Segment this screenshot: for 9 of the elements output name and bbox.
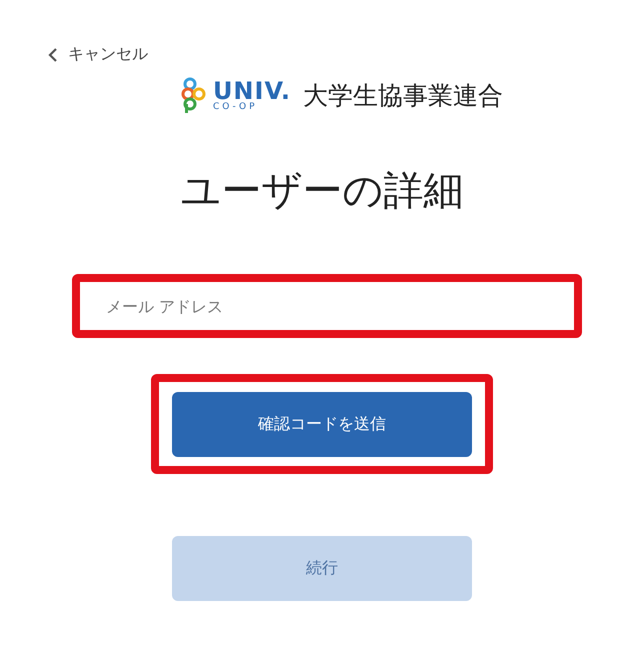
logo-rings-icon	[180, 77, 207, 113]
cancel-link[interactable]: キャンセル	[48, 44, 148, 65]
logo-wordmark: UNIV.	[212, 78, 292, 102]
logo-subtitle: CO-OP	[212, 102, 259, 112]
page-title: ユーザーの詳細	[180, 167, 464, 216]
send-code-button[interactable]: 確認コードを送信	[172, 392, 472, 457]
organization-name: 大学生協事業連合	[303, 80, 504, 112]
email-field[interactable]: メール アドレス	[72, 274, 582, 338]
chevron-left-icon	[48, 48, 58, 62]
